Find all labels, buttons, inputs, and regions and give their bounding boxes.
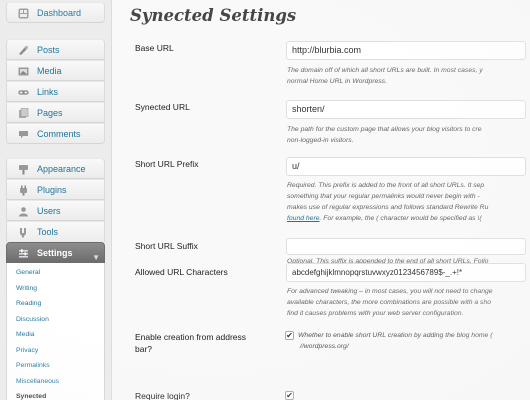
sidebar-item-posts[interactable]: Posts: [6, 39, 105, 60]
synected-url-label: Synected URL: [135, 102, 190, 112]
sidebar-item-users[interactable]: Users: [6, 200, 105, 221]
settings-submenu: General Writing Reading Discussion Media…: [6, 263, 105, 400]
submenu-item-writing[interactable]: Writing: [7, 281, 104, 297]
prefix-label: Short URL Prefix: [135, 159, 199, 169]
sidebar-item-plugins[interactable]: Plugins: [6, 179, 105, 200]
chevron-down-icon: ▼: [92, 253, 100, 262]
plugins-icon: [17, 184, 30, 197]
sidebar-item-label: Plugins: [37, 185, 67, 195]
comments-icon: [17, 128, 30, 141]
sidebar-item-links[interactable]: Links: [6, 81, 105, 102]
admin-sidebar: Dashboard Posts Media Links Pages Commen…: [0, 0, 112, 400]
sidebar-item-label: Users: [37, 206, 61, 216]
submenu-item-media[interactable]: Media: [7, 327, 104, 343]
synected-url-description: The path for the custom page that allows…: [287, 126, 482, 144]
posts-icon: [17, 44, 30, 57]
pages-icon: [17, 107, 30, 120]
allowed-chars-input[interactable]: abcdefghijklmnopqrstuvwxyz0123456789$-_.…: [286, 263, 526, 282]
sidebar-item-comments[interactable]: Comments: [6, 123, 105, 144]
sidebar-item-label: Settings: [37, 248, 73, 258]
links-icon: [17, 86, 30, 99]
enable-creation-label: Enable creation from address bar?: [135, 332, 247, 354]
submenu-item-reading[interactable]: Reading: [7, 296, 104, 312]
media-icon: [17, 65, 30, 78]
tools-icon: [17, 226, 30, 239]
sidebar-item-label: Media: [37, 66, 62, 76]
sidebar-item-dashboard[interactable]: Dashboard: [6, 2, 105, 23]
base-url-label: Base URL: [135, 43, 174, 53]
synected-url-input[interactable]: shorten/: [286, 100, 526, 119]
base-url-input[interactable]: http://blurbia.com: [286, 41, 526, 60]
sidebar-item-label: Links: [37, 87, 59, 97]
allowed-chars-description: For advanced tweaking – in most cases, y…: [287, 288, 493, 317]
settings-main: Synected Settings Base URL http://blurbi…: [113, 0, 530, 400]
page-title: Synected Settings: [130, 6, 297, 25]
settings-icon: [17, 247, 30, 260]
submenu-item-discussion[interactable]: Discussion: [7, 312, 104, 328]
allowed-chars-label: Allowed URL Characters: [135, 267, 228, 277]
submenu-item-general[interactable]: General: [7, 265, 104, 281]
submenu-item-privacy[interactable]: Privacy: [7, 343, 104, 359]
sidebar-item-settings[interactable]: Settings ▼: [6, 242, 105, 263]
prefix-input[interactable]: u/: [286, 157, 526, 176]
sidebar-item-media[interactable]: Media: [6, 60, 105, 81]
enable-creation-description: Whether to enable short URL creation by …: [298, 332, 493, 350]
sidebar-item-label: Comments: [37, 129, 81, 139]
sidebar-item-pages[interactable]: Pages: [6, 102, 105, 123]
sidebar-item-appearance[interactable]: Appearance: [6, 158, 105, 179]
submenu-item-miscellaneous[interactable]: Miscellaneous: [7, 374, 104, 390]
users-icon: [17, 205, 30, 218]
require-login-checkbox[interactable]: ✔: [285, 391, 294, 400]
base-url-description: The domain off of which all short URLs a…: [287, 67, 483, 85]
sidebar-item-label: Posts: [37, 45, 60, 55]
sidebar-item-label: Dashboard: [37, 8, 82, 18]
prefix-description: Required. This prefix is added to the fr…: [287, 182, 489, 222]
require-login-label: Require login?: [135, 391, 190, 400]
sidebar-item-label: Pages: [37, 108, 63, 118]
enable-creation-checkbox[interactable]: ✔: [285, 331, 294, 340]
suffix-input[interactable]: [286, 238, 526, 255]
submenu-item-synected[interactable]: Synected: [7, 389, 104, 400]
rewrite-rules-link[interactable]: found here: [287, 215, 320, 222]
sidebar-item-tools[interactable]: Tools: [6, 221, 105, 242]
sidebar-item-label: Appearance: [37, 164, 86, 174]
submenu-item-permalinks[interactable]: Permalinks: [7, 358, 104, 374]
dashboard-icon: [17, 7, 30, 20]
appearance-icon: [17, 163, 30, 176]
suffix-label: Short URL Suffix: [135, 241, 198, 251]
sidebar-item-label: Tools: [37, 227, 59, 237]
